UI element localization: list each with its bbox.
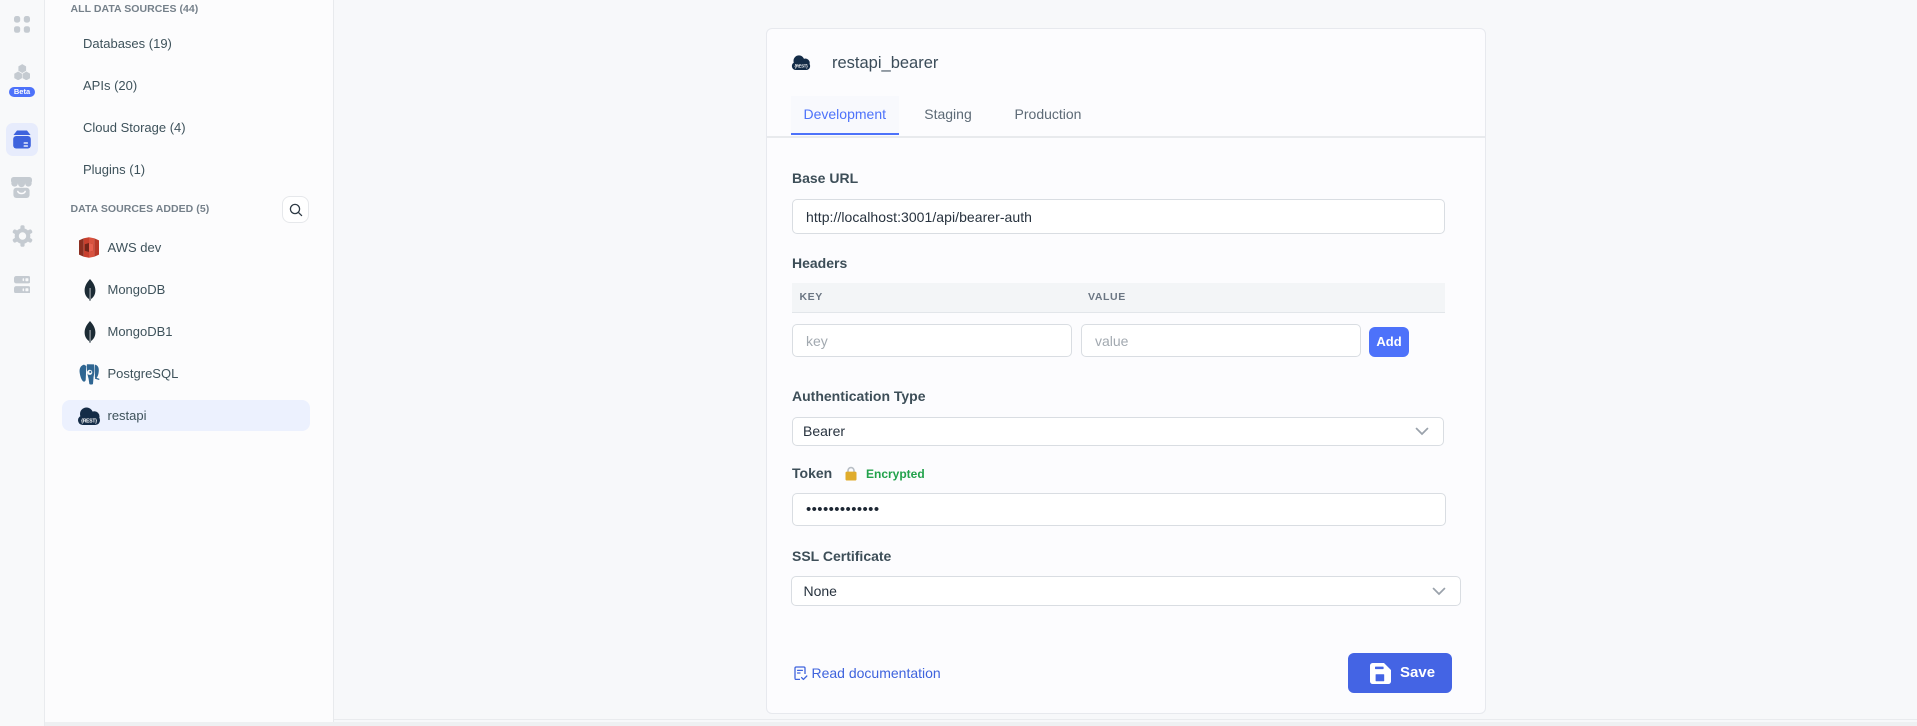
svg-text:{REST}: {REST} <box>81 418 97 424</box>
svg-text:{REST}: {REST} <box>794 64 808 69</box>
